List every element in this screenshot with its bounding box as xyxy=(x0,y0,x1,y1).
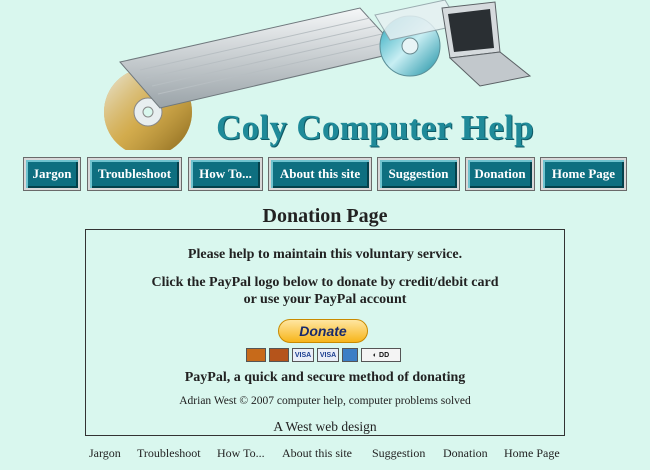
keyboard-icon xyxy=(119,7,401,109)
copyright-text: Adrian West © 2007 computer help, comput… xyxy=(179,395,471,407)
footer-link-about[interactable]: About this site xyxy=(282,446,352,461)
footer-link-home-page[interactable]: Home Page xyxy=(504,446,560,461)
visa-icon: VISA xyxy=(292,348,314,362)
footer-link-donation[interactable]: Donation xyxy=(443,446,488,461)
footer-link-troubleshoot[interactable]: Troubleshoot xyxy=(137,446,201,461)
laptop-icon xyxy=(441,1,532,87)
paypal-description: PayPal, a quick and secure method of don… xyxy=(184,370,466,385)
nav-troubleshoot-button[interactable]: Troubleshoot xyxy=(87,157,182,191)
nav-home-page-button[interactable]: Home Page xyxy=(540,157,627,191)
page-heading: Donation Page xyxy=(262,205,388,227)
donation-panel: Please help to maintain this voluntary s… xyxy=(85,229,565,436)
design-credit: A West web design xyxy=(273,419,377,434)
footer-link-how-to[interactable]: How To... xyxy=(217,446,265,461)
nav-donation-button[interactable]: Donation xyxy=(465,157,535,191)
amex-icon xyxy=(342,348,358,362)
mastercard-icon xyxy=(246,348,266,362)
instruction-text-2: or use your PayPal account xyxy=(243,292,407,307)
nav-how-to-button[interactable]: How To... xyxy=(188,157,263,191)
site-title: Coly Computer Help xyxy=(216,108,534,147)
instruction-text: Click the PayPal logo below to donate by… xyxy=(151,275,499,290)
paypal-donate-button[interactable]: Donate xyxy=(278,319,368,343)
footer-link-suggestion[interactable]: Suggestion xyxy=(372,446,425,461)
footer-navigation: Jargon Troubleshoot How To... About this… xyxy=(0,446,650,464)
visa-electron-icon: VISA xyxy=(317,348,339,362)
payment-card-logos: VISA VISA ◐ DD xyxy=(246,348,401,362)
footer-link-jargon[interactable]: Jargon xyxy=(89,446,121,461)
maestro-icon xyxy=(269,348,289,362)
nav-suggestion-button[interactable]: Suggestion xyxy=(377,157,460,191)
intro-text: Please help to maintain this voluntary s… xyxy=(187,247,463,262)
nav-jargon-button[interactable]: Jargon xyxy=(23,157,81,191)
nav-about-button[interactable]: About this site xyxy=(268,157,372,191)
direct-debit-icon: ◐ DD xyxy=(361,348,401,362)
